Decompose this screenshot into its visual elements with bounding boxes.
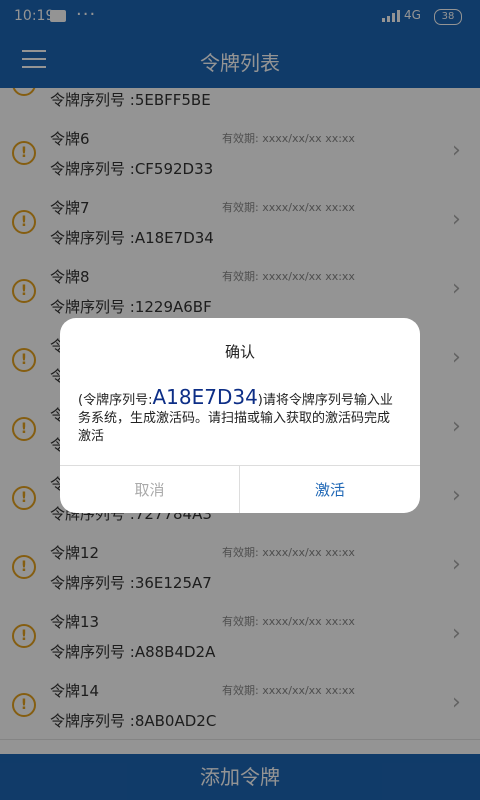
activate-button[interactable]: 激活 (240, 466, 420, 513)
dialog-buttons: 取消 激活 (60, 465, 420, 513)
dialog-message-prefix: (令牌序列号: (78, 393, 153, 408)
cancel-button[interactable]: 取消 (60, 466, 240, 513)
dialog-token-code: A18E7D34 (152, 385, 258, 409)
confirm-dialog: 确认 (令牌序列号:A18E7D34)请将令牌序列号输入业务系统，生成激活码。请… (60, 318, 420, 513)
dialog-title: 确认 (224, 343, 255, 361)
dialog-message: (令牌序列号:A18E7D34)请将令牌序列号输入业务系统，生成激活码。请扫描或… (78, 385, 402, 446)
